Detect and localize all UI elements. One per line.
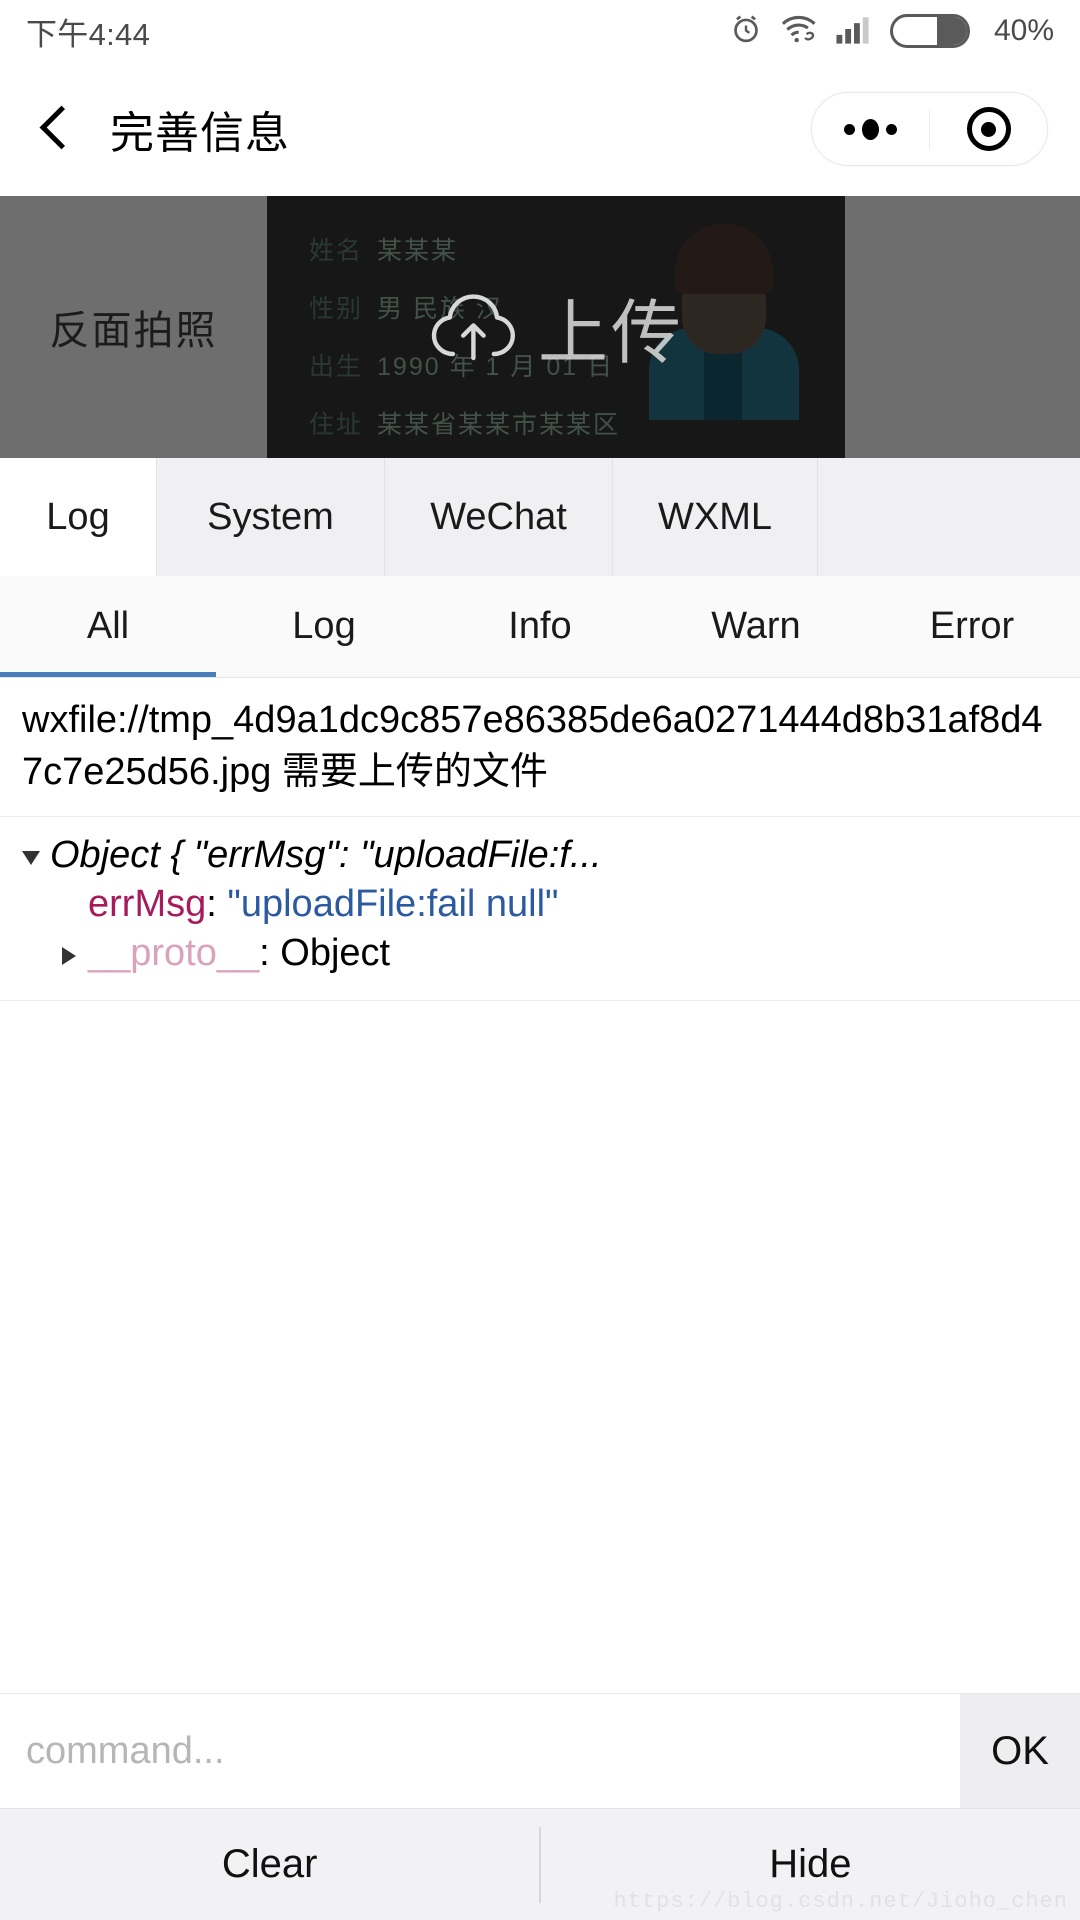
upload-label: 上传 <box>538 293 684 372</box>
target-icon <box>966 107 1011 151</box>
filter-info[interactable]: Info <box>432 576 648 677</box>
object-summary-row[interactable]: Object { "errMsg": "uploadFile:f... <box>22 831 1058 880</box>
close-miniprogram-button[interactable] <box>930 93 1047 165</box>
filter-error[interactable]: Error <box>864 576 1080 677</box>
alarm-icon <box>729 12 763 51</box>
object-summary: Object { "errMsg": "uploadFile:f... <box>50 834 602 876</box>
back-photo-label: 反面拍照 <box>49 309 218 353</box>
clear-button[interactable]: Clear <box>0 1809 539 1920</box>
log-filter-bar: All Log Info Warn Error <box>0 576 1080 678</box>
ok-button[interactable]: OK <box>960 1694 1080 1808</box>
console-button-bar: Clear Hide https://blog.csdn.net/Jioho_c… <box>0 1808 1080 1920</box>
nav-bar: 完善信息 <box>0 62 1080 196</box>
more-menu-button[interactable] <box>812 93 929 165</box>
proto-key: __proto__ <box>88 932 260 974</box>
status-bar: 下午4:44 40% <box>0 0 1080 62</box>
object-property-errmsg: errMsg: "uploadFile:fail null" <box>22 880 1058 929</box>
watermark: https://blog.csdn.net/Jioho_chen <box>613 1889 1068 1914</box>
back-photo-slot[interactable]: 反面拍照 <box>0 196 267 458</box>
page-title: 完善信息 <box>110 109 290 158</box>
tab-system[interactable]: System <box>157 458 385 576</box>
battery-fill <box>937 17 967 45</box>
photo-upload-area[interactable]: 反面拍照 姓名 某某某 性别男 民族 汉 出生 1990 年 1 月 01 日 住址… <box>0 196 1080 458</box>
battery-percent: 40% <box>993 14 1054 47</box>
command-bar: OK <box>0 1693 1080 1808</box>
log-entry-file[interactable]: wxfile://tmp_4d9a1dc9c857e86385de6a02714… <box>0 678 1080 817</box>
tab-wxml[interactable]: WXML <box>613 458 818 576</box>
signal-icon <box>835 12 873 51</box>
object-key: errMsg <box>88 883 207 925</box>
photo-area-filler <box>845 196 1080 458</box>
object-separator: : <box>206 883 228 925</box>
chevron-right-icon[interactable] <box>62 947 76 965</box>
object-value: "uploadFile:fail null" <box>227 883 559 925</box>
log-list[interactable]: wxfile://tmp_4d9a1dc9c857e86385de6a02714… <box>0 678 1080 1693</box>
filter-all[interactable]: All <box>0 576 216 677</box>
back-icon[interactable] <box>32 106 78 152</box>
tab-log[interactable]: Log <box>0 458 157 576</box>
command-input[interactable] <box>0 1694 960 1808</box>
log-file-note: 需要上传的文件 <box>281 751 548 793</box>
idcard-preview[interactable]: 姓名 某某某 性别男 民族 汉 出生 1990 年 1 月 01 日 住址 某某省某某… <box>267 196 845 458</box>
proto-value: Object <box>280 932 391 974</box>
tab-wechat[interactable]: WeChat <box>385 458 613 576</box>
console-tab-bar: Log System WeChat WXML <box>0 458 1080 576</box>
object-property-proto[interactable]: __proto__: Object <box>22 929 1058 978</box>
chevron-down-icon[interactable] <box>22 851 40 865</box>
filter-log[interactable]: Log <box>216 576 432 677</box>
log-entry-error-object[interactable]: Object { "errMsg": "uploadFile:f... errM… <box>0 817 1080 1001</box>
miniprogram-capsule <box>811 92 1048 166</box>
battery-icon <box>889 14 970 48</box>
screen-root: 下午4:44 40% 完善信息 反面拍照 姓名 某某某 性别 男 民族 汉 出生… <box>0 0 1080 1920</box>
wifi-icon <box>780 12 818 51</box>
filter-warn[interactable]: Warn <box>648 576 864 677</box>
tab-bar-spacer <box>818 458 1080 576</box>
proto-separator: : <box>259 932 281 974</box>
status-icons: 40% <box>729 12 1054 51</box>
more-icon <box>843 118 897 140</box>
cloud-upload-icon <box>428 289 524 365</box>
status-time: 下午4:44 <box>26 16 151 52</box>
debug-console: Log System WeChat WXML All Log Info Warn… <box>0 458 1080 1920</box>
upload-overlay[interactable]: 上传 <box>267 196 845 458</box>
